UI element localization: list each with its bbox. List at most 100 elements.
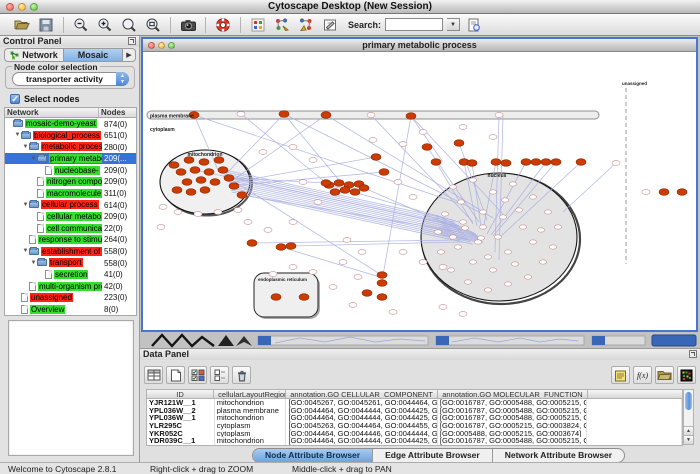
network-node-small[interactable] [449, 185, 456, 189]
network-node-small[interactable] [459, 220, 466, 224]
network-node[interactable] [330, 189, 340, 196]
network-node-small[interactable] [299, 180, 307, 185]
network-node-small[interactable] [214, 210, 222, 215]
birds-eye-view[interactable] [8, 320, 134, 456]
tree-expander-icon[interactable]: ▼ [30, 260, 37, 266]
network-node-small[interactable] [244, 220, 252, 225]
network-node[interactable] [186, 189, 196, 196]
network-canvas[interactable]: plasma membrane cytoplasm mitochondrion … [143, 52, 696, 330]
layout-apply-button[interactable] [272, 16, 292, 34]
network-node[interactable] [371, 154, 381, 161]
export-image-button[interactable] [178, 16, 198, 34]
tree-row[interactable]: ▼cellular process614(0) [5, 199, 136, 211]
network-node-small[interactable] [289, 265, 297, 270]
network-node[interactable] [321, 180, 331, 187]
table-row[interactable]: YPL036W__1mitochondrion[GO:0044464, GO:0… [147, 414, 682, 422]
network-node[interactable] [172, 187, 182, 194]
zoom-fit-button[interactable] [143, 16, 163, 34]
scroll-up-button[interactable]: ▲ [684, 426, 693, 435]
background-window-bar[interactable] [258, 336, 428, 345]
network-node[interactable] [334, 180, 344, 187]
tree-row[interactable]: unassigned223(0) [5, 292, 136, 304]
network-node-small[interactable] [289, 220, 297, 225]
tree-row[interactable]: ▼metabolic process280(0) [5, 141, 136, 153]
float-panel-icon[interactable] [128, 37, 136, 45]
save-session-button[interactable] [36, 16, 56, 34]
network-node-small[interactable] [259, 150, 267, 155]
network-node-small[interactable] [358, 250, 366, 255]
search-options-button[interactable] [464, 16, 484, 34]
network-node[interactable] [276, 244, 286, 251]
network-node[interactable] [286, 243, 296, 250]
tab-node-attribute-browser[interactable]: Node Attribute Browser [253, 449, 373, 462]
table-row[interactable]: YJR121W__1mitochondrion[GO:0045267, GO:0… [147, 399, 682, 407]
tree-column-nodes[interactable]: Nodes [99, 108, 136, 117]
delete-attributes-button[interactable] [232, 366, 251, 384]
tree-row[interactable]: ▼transport558(0) [5, 257, 136, 269]
network-node-small[interactable] [484, 255, 491, 259]
tree-row[interactable]: ▼establishment of lo558(0) [5, 246, 136, 258]
network-node-small[interactable] [454, 245, 461, 249]
network-window-titlebar[interactable]: primary metabolic process [143, 39, 696, 52]
network-node-small[interactable] [399, 250, 407, 255]
network-node[interactable] [279, 111, 289, 118]
vizmapper-button[interactable] [248, 16, 268, 34]
tree-row[interactable]: multi-organism pro42(0) [5, 280, 136, 292]
zoom-window-button[interactable] [168, 42, 175, 49]
open-session-button[interactable] [12, 16, 32, 34]
tree-row[interactable]: nitrogen compo209(0) [5, 176, 136, 188]
network-node-small[interactable] [495, 113, 503, 118]
column-header[interactable]: _cellularLayoutRegion [214, 389, 286, 399]
zoom-window-button[interactable] [30, 3, 38, 11]
network-node-small[interactable] [389, 310, 397, 315]
column-header[interactable]: annotation.GO MOLECULAR_FUNCTION [438, 389, 588, 399]
tab-mosaic[interactable]: Mosaic [64, 49, 123, 61]
network-node[interactable] [541, 159, 551, 166]
layout-apply-alt-button[interactable] [296, 16, 316, 34]
network-node-small[interactable] [529, 195, 536, 199]
network-node-small[interactable] [457, 200, 464, 204]
network-node-small[interactable] [612, 161, 620, 166]
checkbox-checked-icon[interactable]: ✓ [10, 94, 20, 104]
network-node-small[interactable] [434, 230, 441, 234]
network-node-small[interactable] [349, 303, 357, 308]
network-node-small[interactable] [314, 200, 322, 205]
network-node-small[interactable] [489, 135, 497, 140]
scrollbar-thumb[interactable] [685, 392, 692, 410]
network-node-small[interactable] [519, 225, 526, 229]
search-input[interactable] [385, 18, 443, 31]
tree-row[interactable]: Overview8(0) [5, 304, 136, 316]
minimize-button[interactable] [18, 3, 26, 11]
network-node-small[interactable] [489, 190, 496, 194]
tree-expander-icon[interactable]: ▼ [22, 144, 29, 150]
tabs-overflow-arrow[interactable]: ▶ [123, 49, 135, 61]
network-node-small[interactable] [469, 178, 476, 182]
network-node-small[interactable] [464, 280, 471, 284]
minimize-button[interactable] [158, 42, 165, 49]
network-node-small[interactable] [437, 250, 444, 254]
network-node-small[interactable] [509, 182, 516, 186]
network-node-small[interactable] [419, 130, 427, 135]
tree-expander-icon[interactable]: ▼ [22, 248, 29, 254]
network-node-small[interactable] [447, 268, 454, 272]
select-attributes-button[interactable] [188, 366, 207, 384]
network-node[interactable] [659, 189, 669, 196]
tree-row[interactable]: ▼biological_process651(0) [5, 130, 136, 142]
network-node-small[interactable] [439, 305, 447, 310]
network-node-small[interactable] [309, 270, 317, 275]
network-node[interactable] [551, 159, 561, 166]
network-node[interactable] [377, 272, 387, 279]
network-node-small[interactable] [524, 275, 531, 279]
network-node-small[interactable] [489, 268, 496, 272]
function-builder-button[interactable]: f(x) [633, 366, 652, 384]
network-node[interactable] [204, 169, 214, 176]
network-node-small[interactable] [529, 240, 536, 244]
network-node-small[interactable] [369, 138, 377, 143]
tree-column-network[interactable]: Network [5, 108, 99, 117]
network-node-small[interactable] [511, 262, 518, 266]
network-node-small[interactable] [354, 275, 362, 280]
network-node-small[interactable] [394, 180, 402, 185]
node-color-dropdown[interactable]: transporter activity ▲▼ [12, 72, 129, 86]
network-node-small[interactable] [515, 208, 522, 212]
network-node-small[interactable] [237, 112, 245, 117]
